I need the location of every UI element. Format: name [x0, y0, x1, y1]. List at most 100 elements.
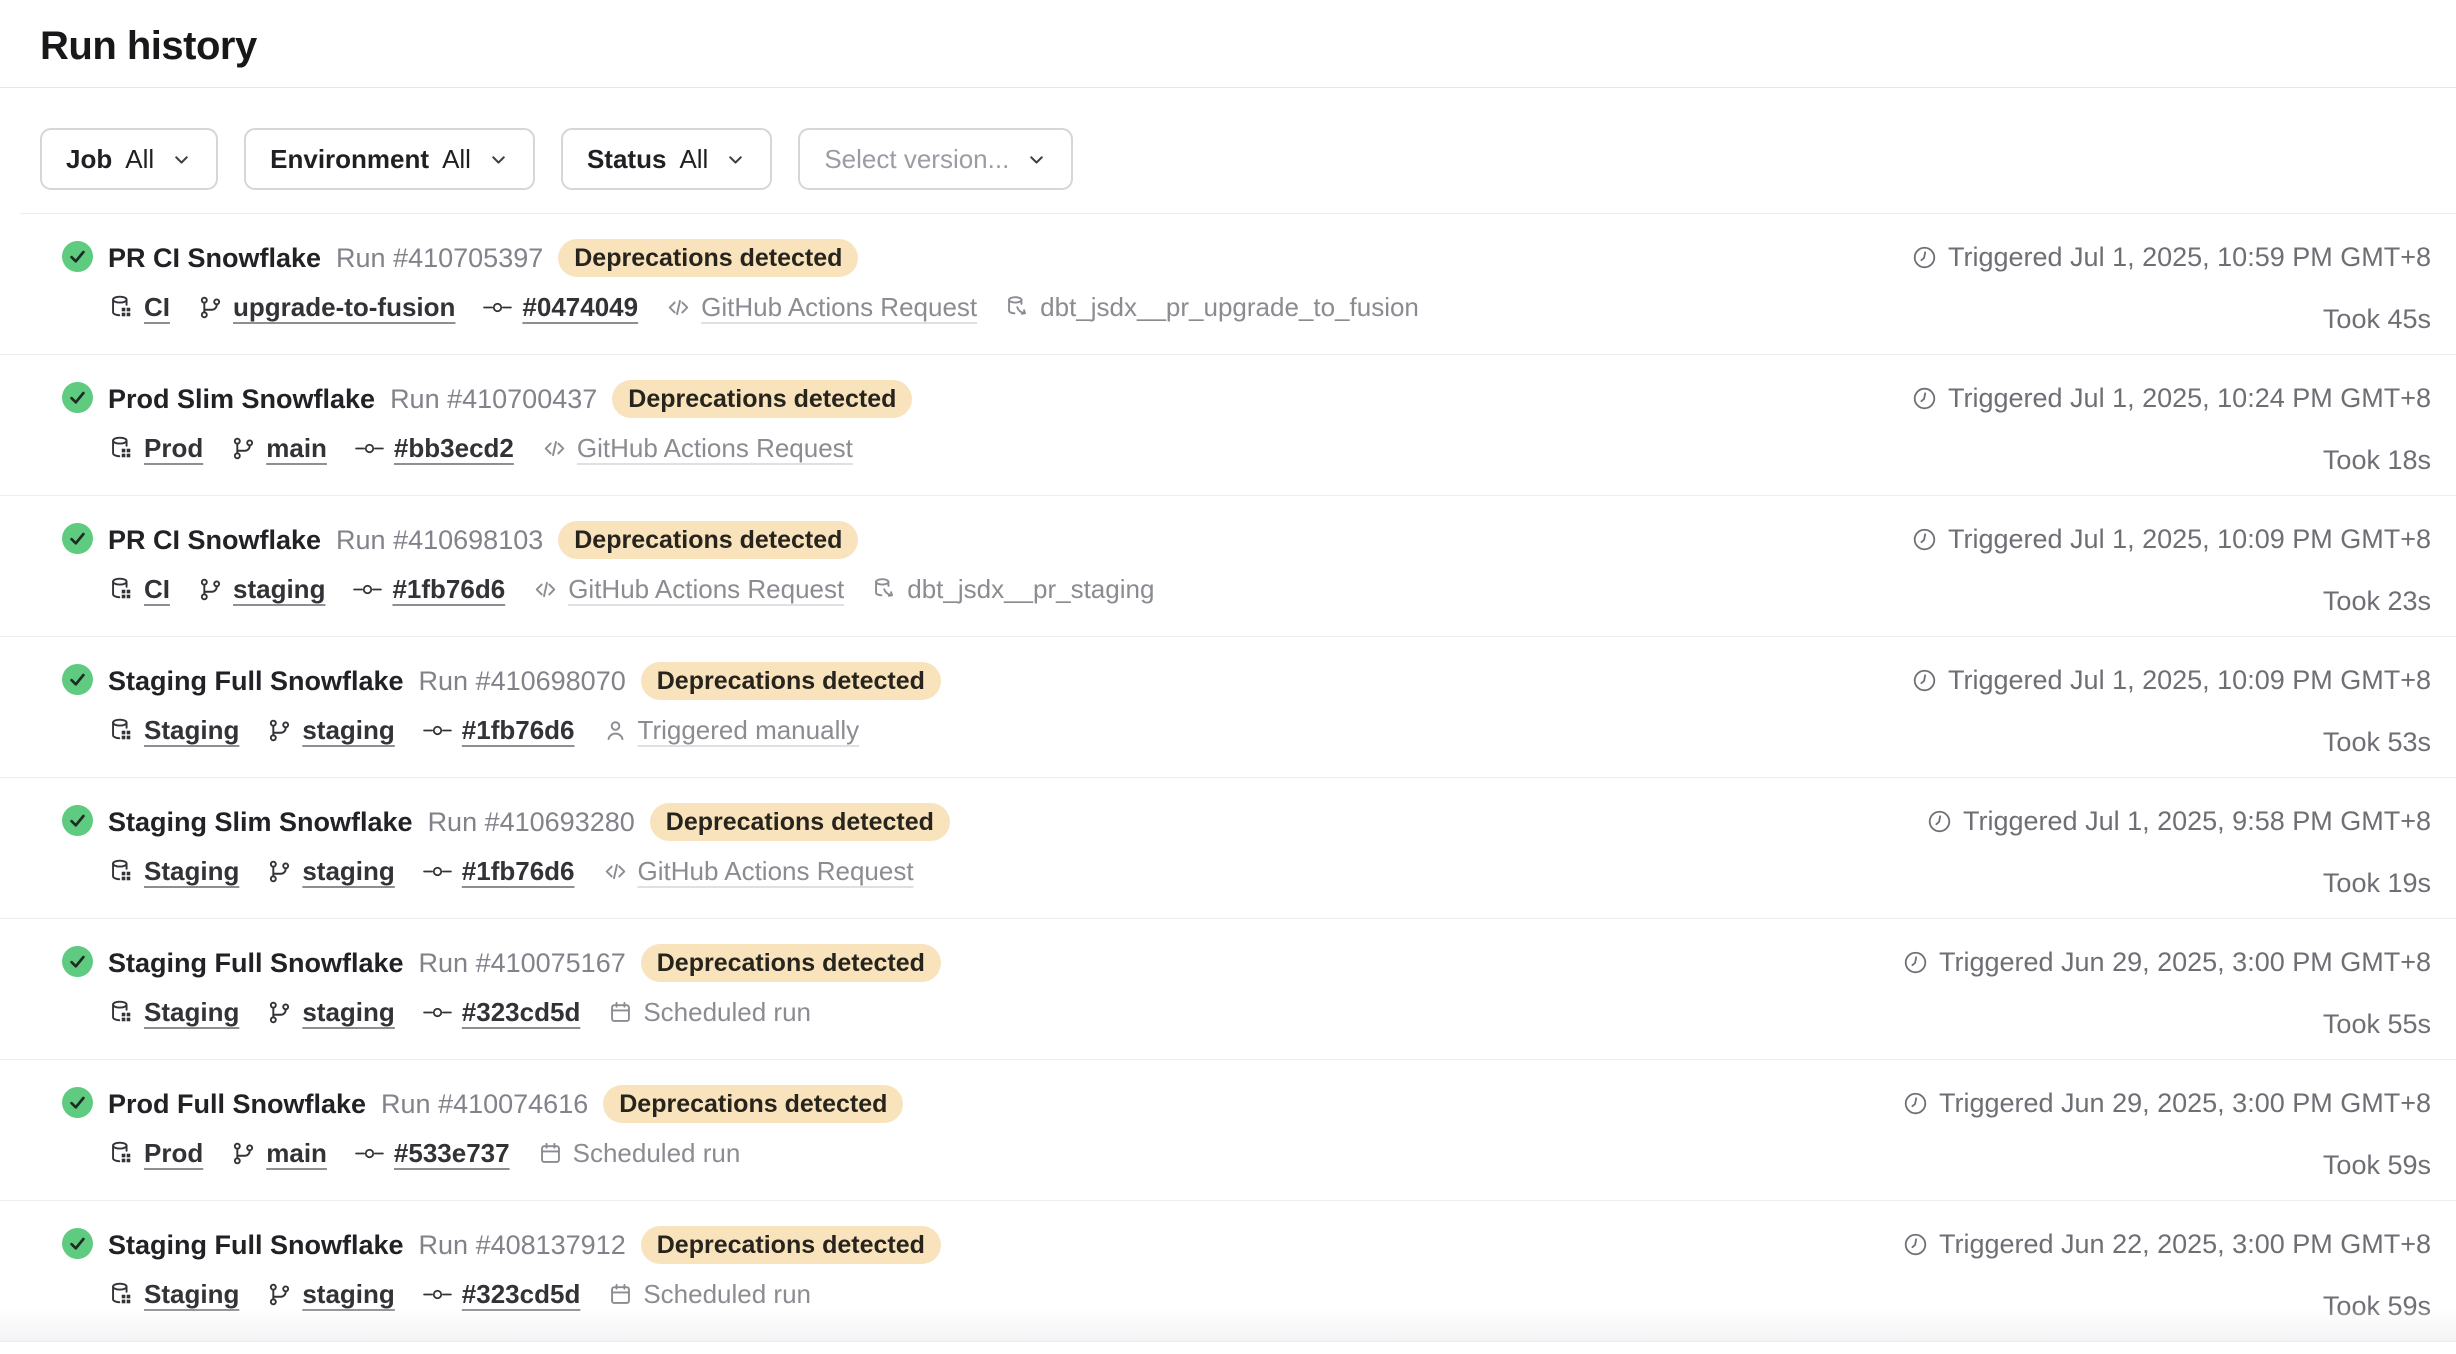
- run-status-success-icon: [62, 946, 93, 977]
- code-icon: [665, 294, 692, 321]
- environment-name: Prod: [144, 1137, 203, 1169]
- environment-database-icon: [108, 999, 135, 1026]
- run-meta-line: Prod main #533e737 Scheduled run: [108, 1136, 1902, 1170]
- branch-name: upgrade-to-fusion: [233, 291, 455, 323]
- environment-link[interactable]: Prod: [108, 432, 203, 464]
- deprecations-badge: Deprecations detected: [641, 662, 941, 700]
- branch-link[interactable]: main: [230, 432, 327, 464]
- trigger-info: Scheduled run: [537, 1137, 741, 1169]
- filter-job-button[interactable]: Job All: [40, 128, 218, 190]
- job-name-link[interactable]: PR CI Snowflake: [108, 243, 321, 274]
- clock-icon: [1902, 1231, 1929, 1258]
- commit-link[interactable]: #533e737: [354, 1137, 510, 1169]
- run-main: PR CI Snowflake Run #410705397 Deprecati…: [108, 239, 1911, 324]
- run-meta-line: Prod main #bb3ecd2 GitHub Actions Reques…: [108, 431, 1911, 465]
- environment-link[interactable]: CI: [108, 291, 170, 323]
- clock-icon: [1902, 1090, 1929, 1117]
- run-title-line: Staging Slim Snowflake Run #410693280 De…: [108, 803, 1926, 841]
- run-meta-line: CI staging #1fb76d6 GitHub Actions Reque…: [108, 572, 1911, 606]
- git-commit-icon: [352, 577, 383, 602]
- run-row[interactable]: Staging Full Snowflake Run #408137912 De…: [0, 1201, 2456, 1342]
- environment-name: Staging: [144, 996, 239, 1028]
- run-status-success-icon: [62, 805, 93, 836]
- run-title-line: PR CI Snowflake Run #410705397 Deprecati…: [108, 239, 1911, 277]
- triggered-timestamp: Triggered Jun 29, 2025, 3:00 PM GMT+8: [1902, 1088, 2431, 1119]
- commit-link[interactable]: #1fb76d6: [422, 714, 575, 746]
- commit-link[interactable]: #1fb76d6: [352, 573, 505, 605]
- clock-icon: [1911, 385, 1938, 412]
- triggered-timestamp: Triggered Jun 22, 2025, 3:00 PM GMT+8: [1902, 1229, 2431, 1260]
- run-row[interactable]: Staging Full Snowflake Run #410698070 De…: [0, 637, 2456, 778]
- run-main: Prod Full Snowflake Run #410074616 Depre…: [108, 1085, 1902, 1170]
- environment-link[interactable]: Staging: [108, 1278, 239, 1310]
- trigger-info: GitHub Actions Request: [665, 291, 977, 323]
- environment-link[interactable]: Prod: [108, 1137, 203, 1169]
- commit-link[interactable]: #323cd5d: [422, 1278, 581, 1310]
- filter-version-button[interactable]: Select version...: [798, 128, 1073, 190]
- job-name-link[interactable]: PR CI Snowflake: [108, 525, 321, 556]
- job-name-link[interactable]: Staging Full Snowflake: [108, 666, 404, 697]
- page-title: Run history: [40, 24, 2416, 69]
- branch-link[interactable]: upgrade-to-fusion: [197, 291, 455, 323]
- trigger-info: Scheduled run: [607, 1278, 811, 1310]
- branch-link[interactable]: main: [230, 1137, 327, 1169]
- run-duration: Took 55s: [2323, 1009, 2431, 1040]
- commit-link[interactable]: #0474049: [482, 291, 638, 323]
- commit-link[interactable]: #1fb76d6: [422, 855, 575, 887]
- calendar-icon: [607, 999, 634, 1026]
- commit-link[interactable]: #bb3ecd2: [354, 432, 514, 464]
- run-timing: Triggered Jul 1, 2025, 10:09 PM GMT+8 To…: [1911, 521, 2431, 617]
- calendar-icon: [607, 1281, 634, 1308]
- branch-link[interactable]: staging: [266, 714, 394, 746]
- environment-link[interactable]: Staging: [108, 996, 239, 1028]
- run-row[interactable]: Staging Slim Snowflake Run #410693280 De…: [0, 778, 2456, 919]
- job-name-link[interactable]: Prod Full Snowflake: [108, 1089, 366, 1120]
- run-row[interactable]: Staging Full Snowflake Run #410075167 De…: [0, 919, 2456, 1060]
- run-number: Run #410075167: [419, 948, 626, 979]
- environment-link[interactable]: Staging: [108, 855, 239, 887]
- run-status-success-icon: [62, 382, 93, 413]
- job-name-link[interactable]: Staging Full Snowflake: [108, 948, 404, 979]
- filter-status-button[interactable]: Status All: [561, 128, 772, 190]
- branch-link[interactable]: staging: [266, 855, 394, 887]
- git-branch-icon: [266, 999, 293, 1026]
- environment-link[interactable]: Staging: [108, 714, 239, 746]
- run-status-success-icon: [62, 523, 93, 554]
- filter-environment-button[interactable]: Environment All: [244, 128, 535, 190]
- deprecations-badge: Deprecations detected: [603, 1085, 903, 1123]
- run-row[interactable]: Prod Slim Snowflake Run #410700437 Depre…: [0, 355, 2456, 496]
- git-commit-icon: [354, 1141, 385, 1166]
- run-duration: Took 59s: [2323, 1291, 2431, 1322]
- run-row[interactable]: PR CI Snowflake Run #410698103 Deprecati…: [0, 496, 2456, 637]
- branch-link[interactable]: staging: [266, 996, 394, 1028]
- commit-link[interactable]: #323cd5d: [422, 996, 581, 1028]
- deprecations-badge: Deprecations detected: [558, 521, 858, 559]
- run-row[interactable]: Prod Full Snowflake Run #410074616 Depre…: [0, 1060, 2456, 1201]
- filter-value: Select version...: [824, 144, 1009, 175]
- run-main: PR CI Snowflake Run #410698103 Deprecati…: [108, 521, 1911, 606]
- chevron-down-icon: [171, 149, 192, 170]
- run-main: Staging Full Snowflake Run #408137912 De…: [108, 1226, 1902, 1311]
- commit-sha: #533e737: [394, 1137, 510, 1169]
- run-row[interactable]: PR CI Snowflake Run #410705397 Deprecati…: [0, 214, 2456, 355]
- branch-link[interactable]: staging: [197, 573, 325, 605]
- code-icon: [532, 576, 559, 603]
- branch-name: staging: [302, 996, 394, 1028]
- job-name-link[interactable]: Staging Slim Snowflake: [108, 807, 413, 838]
- trigger-info: Scheduled run: [607, 996, 811, 1028]
- job-name-link[interactable]: Prod Slim Snowflake: [108, 384, 375, 415]
- environment-name: Staging: [144, 714, 239, 746]
- run-duration: Took 19s: [2323, 868, 2431, 899]
- environment-name: CI: [144, 573, 170, 605]
- environment-link[interactable]: CI: [108, 573, 170, 605]
- chevron-down-icon: [725, 149, 746, 170]
- job-name-link[interactable]: Staging Full Snowflake: [108, 1230, 404, 1261]
- branch-link[interactable]: staging: [266, 1278, 394, 1310]
- branch-name: main: [266, 432, 327, 464]
- filter-value: All: [125, 144, 154, 175]
- filter-value: All: [679, 144, 708, 175]
- trigger-label: Scheduled run: [643, 1278, 811, 1310]
- run-duration: Took 45s: [2323, 304, 2431, 335]
- commit-sha: #323cd5d: [462, 1278, 581, 1310]
- commit-sha: #0474049: [522, 291, 638, 323]
